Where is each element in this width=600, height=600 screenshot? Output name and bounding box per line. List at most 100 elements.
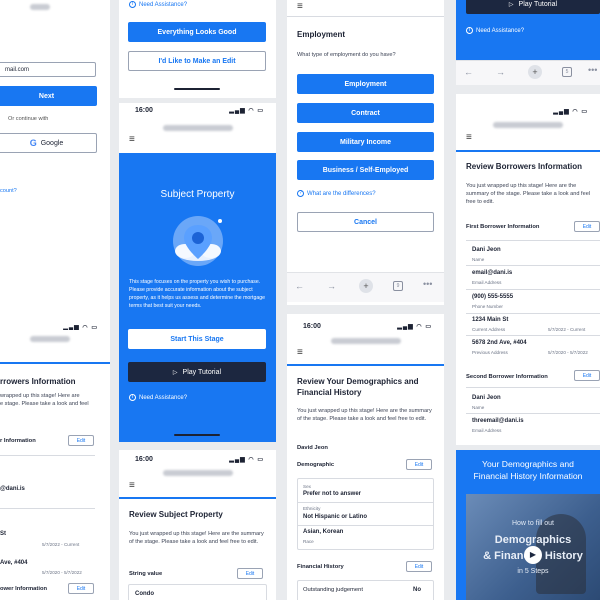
- divider: [297, 525, 434, 526]
- progress-line: [0, 362, 110, 364]
- progress-line: [456, 150, 600, 152]
- edit-button[interactable]: Edit: [406, 561, 432, 572]
- url-bar: [493, 122, 563, 128]
- email2-value: threemail@dani.is: [472, 418, 524, 424]
- divider: [466, 313, 600, 314]
- google-label: Google: [40, 139, 64, 147]
- employment-question: What type of employment do you have?: [297, 52, 396, 58]
- url-bar: [330, 338, 401, 344]
- video-heading: Your Demographics and Financial History …: [473, 459, 583, 481]
- edit-button[interactable]: Edit: [237, 568, 263, 579]
- status-bar: ▂▄▆ ◠ ▭: [0, 320, 110, 330]
- play-video-icon[interactable]: ▶: [524, 546, 542, 564]
- page-title: rrowers Information: [0, 377, 76, 386]
- menu-icon[interactable]: ≡: [129, 480, 135, 491]
- section-second-borrower: ower Information: [0, 586, 48, 592]
- name2-label: Name: [472, 405, 485, 410]
- account-link[interactable]: count?: [0, 188, 17, 194]
- email-label: Email Address: [472, 280, 502, 285]
- section-first-borrower: First Borrower Information: [466, 224, 540, 230]
- name2-value: Dani Jeon: [472, 395, 501, 401]
- more-icon[interactable]: •••: [588, 65, 597, 75]
- page-title: Review Your Demographics and Financial H…: [297, 377, 419, 397]
- page-title: Employment: [297, 30, 346, 39]
- column-4: ▷ Play Tutorial i Need Assistance? ← → + 5…: [456, 0, 600, 600]
- forward-icon[interactable]: →: [496, 67, 505, 77]
- edit-button[interactable]: Edit: [68, 583, 94, 594]
- ethnicity-value: Not Hispanic or Latino: [303, 514, 368, 520]
- option-contract[interactable]: Contract: [297, 103, 434, 123]
- ethnicity-label: Ethnicity: [303, 506, 321, 511]
- phone-label: Phone Number: [472, 304, 503, 309]
- edit-button[interactable]: Edit: [68, 435, 94, 446]
- need-assistance-link[interactable]: i Need Assistance?: [466, 27, 524, 34]
- tabs-icon[interactable]: 9: [393, 281, 403, 291]
- next-button[interactable]: Next: [0, 86, 97, 106]
- section-second-borrower: Second Borrower Information: [466, 374, 548, 380]
- play-tutorial-button[interactable]: ▷ Play Tutorial: [128, 362, 266, 382]
- divider: [466, 335, 600, 336]
- edit-button[interactable]: Edit: [574, 221, 600, 232]
- info-icon: i: [129, 1, 136, 8]
- menu-icon[interactable]: ≡: [297, 347, 303, 358]
- video-thumbnail[interactable]: How to fill out Demographics & Financial…: [466, 494, 600, 600]
- google-button[interactable]: G Google: [0, 133, 97, 153]
- menu-icon[interactable]: ≡: [466, 132, 472, 143]
- browser-nav-bar: ← → + 5 •••: [456, 60, 600, 85]
- race-value: Asian, Korean: [303, 529, 344, 535]
- forward-icon[interactable]: →: [327, 281, 336, 291]
- address1-value: St: [0, 531, 6, 537]
- divider: [287, 16, 444, 17]
- back-icon[interactable]: ←: [295, 281, 304, 291]
- cancel-button[interactable]: Cancel: [297, 212, 434, 232]
- question-icon: ?: [297, 190, 304, 197]
- more-icon[interactable]: •••: [423, 279, 432, 289]
- video-promo: Your Demographics and Financial History …: [456, 450, 600, 600]
- tutorial-footer: ▷ Play Tutorial i Need Assistance?: [456, 0, 600, 60]
- info-icon: i: [129, 394, 136, 401]
- option-employment[interactable]: Employment: [297, 74, 434, 94]
- progress-line: [287, 364, 444, 366]
- address1-label: Current Address: [472, 327, 506, 332]
- sex-value: Prefer not to answer: [303, 491, 362, 497]
- option-self-employed[interactable]: Business / Self-Employed: [297, 160, 434, 180]
- play-tutorial-button[interactable]: ▷ Play Tutorial: [466, 0, 600, 14]
- tabs-icon[interactable]: 5: [562, 67, 572, 77]
- need-assistance-link[interactable]: i Need Assistance?: [129, 394, 187, 401]
- email2-label: Email Address: [472, 428, 502, 433]
- differences-link[interactable]: ? What are the differences?: [297, 190, 376, 197]
- status-bar: 16:00 ▂▄▆ ◠ ▭: [135, 456, 264, 463]
- intro-line-2: e stage. Please take a look and feel: [0, 401, 89, 407]
- section-string-value: String value: [129, 571, 163, 577]
- looks-good-button[interactable]: Everything Looks Good: [128, 22, 266, 42]
- make-edit-button[interactable]: I'd Like to Make an Edit: [128, 51, 266, 71]
- divider: [0, 508, 95, 509]
- new-tab-icon[interactable]: +: [528, 65, 542, 79]
- edit-button[interactable]: Edit: [406, 459, 432, 470]
- new-tab-icon[interactable]: +: [359, 279, 373, 293]
- review-subject-property: 16:00 ▂▄▆ ◠ ▭ ≡ Review Subject Property Y…: [119, 450, 276, 600]
- email-value: @dani.is: [0, 486, 25, 492]
- browser-nav-tile: ← → + 5 •••: [456, 60, 600, 85]
- progress-line: [119, 497, 276, 499]
- address2-label: Previous Address: [472, 350, 508, 355]
- property-type-value: Condo: [135, 591, 154, 597]
- edit-button[interactable]: Edit: [574, 370, 600, 381]
- play-icon: ▷: [172, 369, 178, 376]
- divider: [466, 240, 600, 241]
- menu-icon[interactable]: ≡: [297, 1, 303, 12]
- review-intro: You just wrapped up this stage! Here are…: [466, 183, 591, 205]
- option-military[interactable]: Military Income: [297, 132, 434, 152]
- home-indicator: [174, 434, 220, 436]
- stage-title: Subject Property: [160, 189, 235, 200]
- menu-icon[interactable]: ≡: [129, 134, 135, 145]
- demographics-review: 16:00 ▂▄▆ ◠ ▭ ≡ Review Your Demographics …: [287, 314, 444, 600]
- back-icon[interactable]: ←: [464, 67, 473, 77]
- email-input[interactable]: mail.com: [0, 62, 96, 77]
- status-bar: 16:00 ▂▄▆ ◠ ▭: [135, 107, 264, 114]
- section-demographic: Demographic: [297, 462, 335, 468]
- address2-date: 5/7/2020 - 5/7/2022: [548, 350, 588, 355]
- divider: [466, 289, 600, 290]
- start-stage-button[interactable]: Start This Stage: [128, 329, 266, 349]
- need-assistance-link[interactable]: i Need Assistance?: [129, 1, 187, 8]
